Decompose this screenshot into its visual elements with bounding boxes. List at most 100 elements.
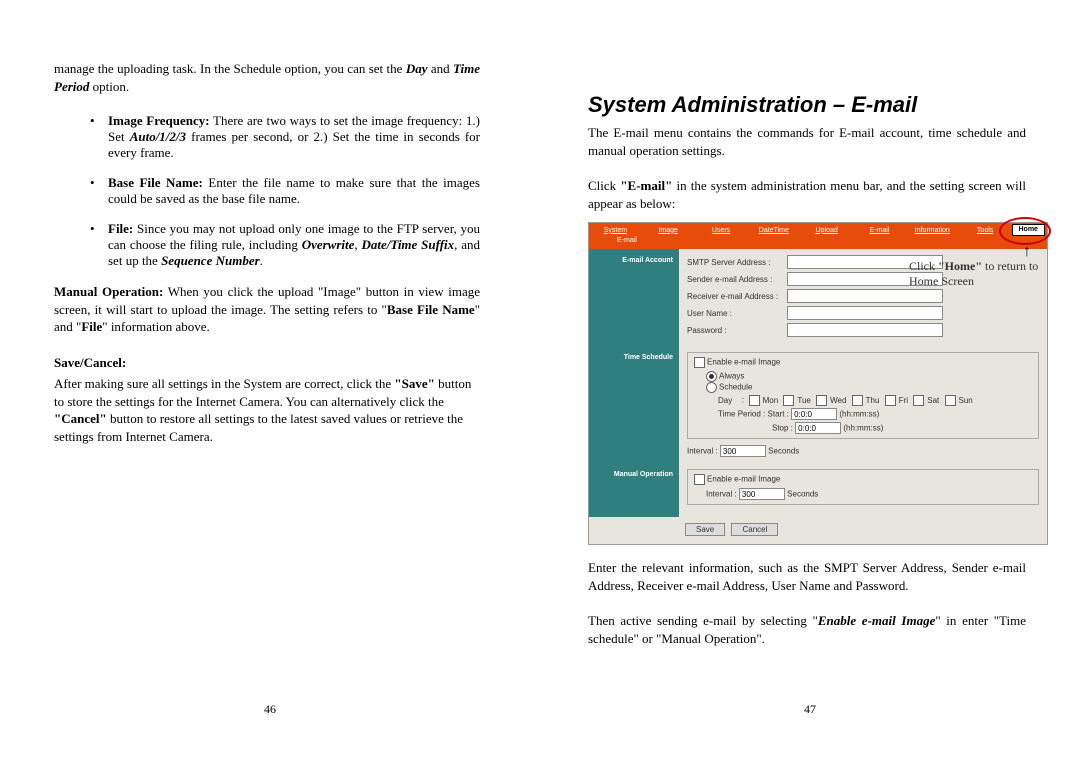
chk-wed[interactable] (816, 395, 827, 406)
label-hhmmss2: (hh:mm:ss) (843, 424, 883, 433)
label-enable-email-manual: Enable e-mail Image (707, 475, 780, 484)
section-email-account: E-mail Account (589, 249, 679, 346)
page-47: System Administration – E-mail The E-mai… (540, 0, 1080, 763)
label-tue: Tue (797, 396, 811, 405)
label-schedule: Schedule (719, 383, 752, 392)
email-settings-screenshot: ↑ Click "Home" to return to Home Screen … (588, 222, 1048, 545)
label-time-period: Time Period : (718, 410, 765, 419)
text: File (81, 319, 102, 334)
interval-input[interactable] (720, 445, 766, 457)
text: Click (588, 178, 620, 193)
text: Base File Name (387, 302, 475, 317)
label-enable-email: Enable e-mail Image (707, 358, 780, 367)
bullet-list: Image Frequency: There are two ways to s… (90, 113, 480, 269)
receiver-input[interactable] (787, 289, 943, 303)
enable-email-checkbox[interactable] (694, 357, 705, 368)
bullet-file: File: Since you may not upload only one … (90, 221, 480, 269)
label-username: User Name : (687, 309, 787, 318)
label-sender: Sender e-mail Address : (687, 275, 787, 284)
menu-users[interactable]: Users (695, 227, 748, 234)
chk-sat[interactable] (913, 395, 924, 406)
section-manual-operation: Manual Operation (589, 463, 679, 517)
username-input[interactable] (787, 306, 943, 320)
stop-time-input[interactable] (795, 422, 841, 434)
enable-email-manual-checkbox[interactable] (694, 474, 705, 485)
text: Then active sending e-mail by selecting … (588, 613, 818, 628)
button-row: Save Cancel (589, 517, 1047, 544)
label-hhmmss: (hh:mm:ss) (839, 410, 879, 419)
label: File: (108, 221, 133, 236)
text: Click (909, 259, 938, 273)
intro-para: manage the uploading task. In the Schedu… (54, 60, 480, 95)
label-interval-manual: Interval : (706, 490, 737, 499)
menu-image[interactable]: Image (642, 227, 695, 234)
label-always: Always (719, 372, 744, 381)
text: and (428, 61, 454, 76)
text: Sequence Number (161, 253, 260, 268)
manual-operation-panel: Enable e-mail Image Interval : Seconds (679, 463, 1047, 517)
label-seconds-manual: Seconds (787, 490, 818, 499)
para-2: Click "E-mail" in the system administrat… (588, 177, 1026, 212)
para-3: Enter the relevant information, such as … (588, 559, 1026, 594)
menu-datetime[interactable]: DateTime (747, 227, 800, 234)
para-1: The E-mail menu contains the commands fo… (588, 124, 1026, 159)
menu-information[interactable]: Information (906, 227, 959, 234)
cancel-button[interactable]: Cancel (731, 523, 778, 536)
label-mon: Mon (763, 396, 779, 405)
chk-fri[interactable] (885, 395, 896, 406)
chk-tue[interactable] (783, 395, 794, 406)
manual-op-para: Manual Operation: When you click the upl… (54, 283, 480, 336)
text: Date/Time Suffix (361, 237, 454, 252)
label-sat: Sat (927, 396, 939, 405)
text: "E-mail" (620, 178, 672, 193)
save-button[interactable]: Save (685, 523, 725, 536)
label-smtp: SMTP Server Address : (687, 258, 787, 267)
chk-mon[interactable] (749, 395, 760, 406)
submenu-email: E-mail (589, 237, 1047, 249)
chk-sun[interactable] (945, 395, 956, 406)
label-seconds: Seconds (768, 447, 799, 456)
text: Overwrite (302, 237, 355, 252)
label-sun: Sun (959, 396, 973, 405)
text: option. (89, 79, 129, 94)
password-input[interactable] (787, 323, 943, 337)
time-schedule-panel: Enable e-mail Image Always Schedule Day … (679, 346, 1047, 463)
menu-email[interactable]: E-mail (853, 227, 906, 234)
label-stop: Stop : (772, 424, 793, 433)
save-cancel-label: Save/Cancel: (54, 354, 480, 372)
text: Enable e-mail Image (818, 613, 935, 628)
label-wed: Wed (830, 396, 846, 405)
label: Base File Name: (108, 175, 203, 190)
text: button to restore all settings to the la… (54, 411, 463, 444)
text: "Home" (938, 259, 982, 273)
menu-bar: System Image Users DateTime Upload E-mai… (589, 223, 1047, 237)
bullet-base-file-name: Base File Name: Enter the file name to m… (90, 175, 480, 207)
interval-manual-input[interactable] (739, 488, 785, 500)
callout-text: Click "Home" to return to Home Screen (909, 259, 1039, 288)
menu-upload[interactable]: Upload (800, 227, 853, 234)
label: Image Frequency: (108, 113, 210, 128)
label-start: Start : (768, 410, 789, 419)
section-heading: System Administration – E-mail (588, 92, 1026, 118)
menu-system[interactable]: System (589, 227, 642, 234)
start-time-input[interactable] (791, 408, 837, 420)
radio-always[interactable] (706, 371, 717, 382)
chk-thu[interactable] (852, 395, 863, 406)
label-thu: Thu (866, 396, 880, 405)
page-number-right: 47 (540, 702, 1080, 717)
label-fri: Fri (899, 396, 908, 405)
save-cancel-para: After making sure all settings in the Sy… (54, 375, 480, 445)
text: . (260, 253, 263, 268)
text: " information above. (102, 319, 209, 334)
page-46: manage the uploading task. In the Schedu… (0, 0, 540, 763)
label-interval: Interval : (687, 447, 718, 456)
text: manage the uploading task. In the Schedu… (54, 61, 406, 76)
bullet-image-frequency: Image Frequency: There are two ways to s… (90, 113, 480, 161)
label-day: Day (718, 396, 732, 405)
text: "Cancel" (54, 411, 107, 426)
text: "Save" (394, 376, 434, 391)
para-4: Then active sending e-mail by selecting … (588, 612, 1026, 647)
section-time-schedule: Time Schedule (589, 346, 679, 463)
text: Day (406, 61, 428, 76)
radio-schedule[interactable] (706, 382, 717, 393)
